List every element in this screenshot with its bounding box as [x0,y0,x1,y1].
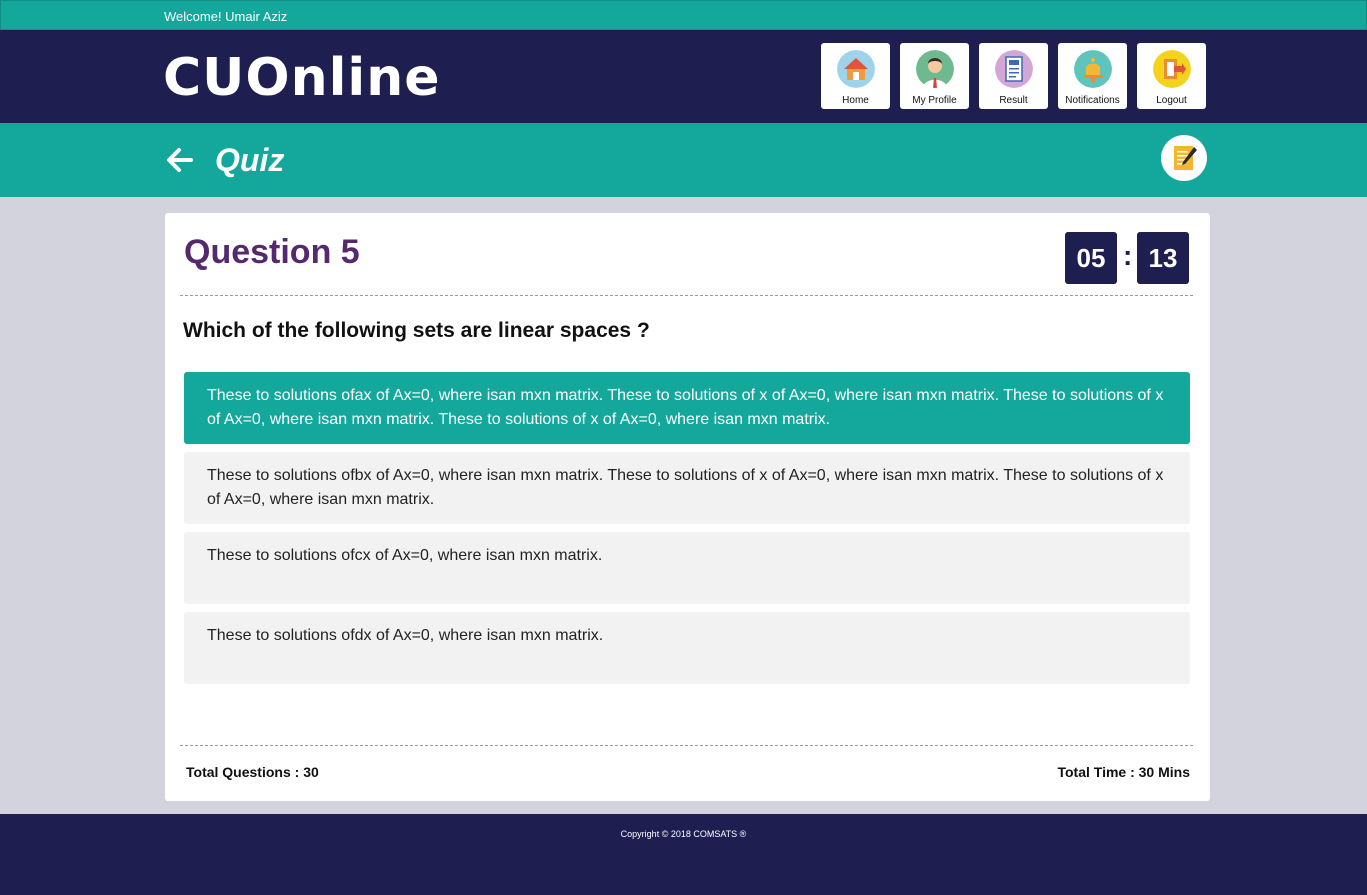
divider [180,295,1193,296]
total-questions: Total Questions : 30 [186,764,319,780]
nav-notifications-button[interactable]: Notifications [1058,43,1127,109]
notepad-button[interactable] [1161,135,1207,181]
logout-icon [1152,50,1191,88]
arrow-left-icon[interactable] [163,143,197,177]
divider [180,745,1193,746]
nav-home-label: Home [842,95,869,106]
welcome-text: Welcome! Umair Aziz [164,9,288,24]
timer-separator: : [1123,240,1133,271]
copyright-text: Copyright © 2018 COMSATS ® [620,829,747,839]
page-header: Quiz [0,123,1367,197]
nav-result-label: Result [999,95,1028,106]
quiz-card: Question 5 05 : 13 Which of the followin… [165,213,1210,801]
bell-icon [1073,50,1112,88]
notepad-icon [1174,146,1197,170]
option-d[interactable]: These to solutions ofdx of Ax=0, where i… [184,612,1190,684]
total-time: Total Time : 30 Mins [1057,764,1190,780]
nav-profile-button[interactable]: My Profile [900,43,969,109]
timer-minutes: 05 [1065,232,1117,284]
footer: Copyright © 2018 COMSATS ® [0,814,1367,895]
nav-profile-label: My Profile [912,95,957,106]
option-c[interactable]: These to solutions ofcx of Ax=0, where i… [184,532,1190,604]
home-icon [836,50,875,88]
header: CUOnline Home My Profile Result Notifica… [0,30,1367,123]
nav-home-button[interactable]: Home [821,43,890,109]
nav-logout-label: Logout [1156,95,1187,106]
logo: CUOnline [163,48,441,108]
question-text: Which of the following sets are linear s… [183,319,650,342]
nav-notifications-label: Notifications [1065,95,1120,106]
profile-icon [915,50,954,88]
top-bar: Welcome! Umair Aziz [0,0,1367,30]
nav-result-button[interactable]: Result [979,43,1048,109]
page-title: Quiz [215,142,285,178]
timer-seconds: 13 [1137,232,1189,284]
result-icon [994,50,1033,88]
question-number: Question 5 [184,233,360,271]
option-a[interactable]: These to solutions ofax of Ax=0, where i… [184,372,1190,444]
option-b[interactable]: These to solutions ofbx of Ax=0, where i… [184,452,1190,524]
nav-logout-button[interactable]: Logout [1137,43,1206,109]
